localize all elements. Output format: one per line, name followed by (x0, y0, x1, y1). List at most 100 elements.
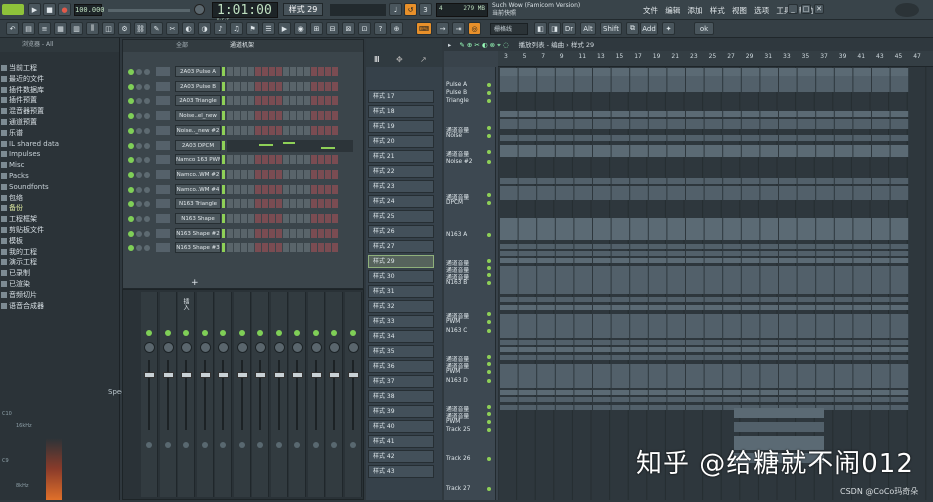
pattern-clip[interactable] (779, 178, 797, 184)
playlist-grid[interactable] (497, 67, 933, 500)
step-button[interactable] (297, 67, 303, 76)
step-button[interactable] (332, 214, 338, 223)
channel-select-led[interactable] (222, 111, 225, 121)
step-button[interactable] (262, 169, 268, 179)
browser-item[interactable]: 混音器预置 (0, 106, 119, 117)
pattern-clip[interactable] (537, 145, 555, 157)
track-mute-led[interactable] (487, 201, 491, 205)
channel-row[interactable]: Namco..WM #4 (126, 183, 362, 196)
mixer-strip[interactable] (215, 292, 232, 497)
pattern-clip[interactable] (890, 347, 909, 352)
pattern-clip[interactable] (593, 111, 611, 117)
channel-led-icon[interactable] (144, 127, 150, 134)
tool-u-icon[interactable]: ⧉ (626, 22, 639, 35)
pattern-clip[interactable] (518, 305, 537, 310)
pattern-clip[interactable] (704, 244, 723, 249)
pattern-clip[interactable] (648, 186, 667, 200)
pattern-clip[interactable] (667, 84, 685, 92)
playlist-menu-icon[interactable]: ▸ (448, 41, 451, 49)
pattern-clip[interactable] (667, 251, 685, 256)
pattern-clip[interactable] (890, 390, 909, 395)
ok-button[interactable]: ok (694, 22, 714, 35)
channel-mixer-slot[interactable] (156, 243, 170, 253)
track-mute-led[interactable] (487, 259, 491, 263)
channel-name-button[interactable]: 2A03 DPCM (175, 139, 221, 151)
step-button[interactable] (269, 81, 275, 91)
pattern-clip[interactable] (500, 111, 518, 117)
pattern-clip[interactable] (574, 297, 592, 302)
pattern-clip[interactable] (779, 76, 797, 84)
pattern-clip[interactable] (816, 178, 834, 184)
pattern-clip[interactable] (853, 397, 871, 402)
pattern-clip[interactable] (779, 84, 797, 92)
channel-filter[interactable]: 全部 (176, 42, 188, 49)
pattern-clip[interactable] (704, 84, 723, 92)
channel-name-button[interactable]: Namco 163 PWM (175, 154, 221, 166)
track-mute-led[interactable] (487, 193, 491, 197)
countdown-button[interactable]: 3 (419, 3, 432, 16)
step-button[interactable] (332, 184, 338, 194)
pattern-clip[interactable] (630, 119, 648, 129)
pattern-clip[interactable] (555, 244, 574, 249)
add-channel-button[interactable]: + (191, 278, 199, 288)
pattern-clip[interactable] (779, 145, 797, 157)
mixer-route-led[interactable] (220, 442, 226, 448)
pattern-clip[interactable] (760, 390, 778, 395)
pattern-clip[interactable] (667, 314, 685, 338)
mixer-route-led[interactable] (331, 442, 337, 448)
channel-row[interactable]: 2A03 Pulse A (126, 66, 362, 78)
automation-icon[interactable]: ↗ (420, 55, 427, 64)
channel-led-icon[interactable] (144, 216, 150, 222)
pattern-clip[interactable] (537, 340, 555, 345)
pattern-clip[interactable] (555, 119, 574, 129)
pattern-clip[interactable] (555, 355, 574, 360)
channel-mixer-slot[interactable] (156, 155, 170, 165)
pattern-clip[interactable] (704, 340, 723, 345)
browser-item[interactable]: 通道预置 (0, 117, 119, 128)
step-button[interactable] (234, 81, 240, 91)
step-button[interactable] (241, 199, 247, 209)
pattern-clip[interactable] (816, 145, 834, 157)
track-name[interactable]: Track 27 (446, 486, 470, 492)
pattern-clip[interactable] (574, 390, 592, 395)
pattern-clip[interactable] (853, 76, 871, 84)
pattern-clip[interactable] (630, 111, 648, 117)
pattern-clip[interactable] (853, 297, 871, 302)
pattern-clip[interactable] (834, 266, 853, 294)
pattern-clip[interactable] (816, 305, 834, 310)
step-button[interactable] (297, 81, 303, 91)
step-button[interactable] (283, 228, 289, 238)
pattern-clip[interactable] (574, 355, 592, 360)
browser-item[interactable]: 备份 (0, 203, 119, 214)
pattern-clip[interactable] (872, 68, 890, 76)
pattern-clip[interactable] (630, 364, 648, 388)
step-button[interactable] (297, 155, 303, 165)
pattern-clip[interactable] (611, 347, 630, 352)
pattern-clip[interactable] (741, 186, 760, 200)
pattern-clip[interactable] (816, 244, 834, 249)
pattern-clip[interactable] (872, 76, 890, 84)
pattern-clip[interactable] (611, 258, 630, 263)
pattern-clip[interactable] (518, 405, 537, 410)
pattern-clip[interactable] (648, 340, 667, 345)
pattern-clip[interactable] (537, 84, 555, 92)
track-name[interactable]: N163 D (446, 378, 468, 384)
mixer-send-led[interactable] (220, 330, 226, 336)
track-mute-led[interactable] (487, 379, 491, 383)
pattern-clip[interactable] (667, 340, 685, 345)
track-name[interactable]: Track 26 (446, 456, 470, 462)
track-name[interactable]: N163 C (446, 328, 467, 334)
pattern-clip[interactable] (686, 355, 704, 360)
step-button[interactable] (318, 96, 324, 106)
tool-s-icon[interactable]: ◧ (534, 22, 547, 35)
magnet-snap-icon[interactable]: ◎ (468, 22, 481, 35)
pattern-clip[interactable] (853, 390, 871, 395)
pattern-clip[interactable] (630, 251, 648, 256)
pattern-clip[interactable] (611, 218, 630, 240)
pattern-clip[interactable] (630, 145, 648, 157)
pattern-clip[interactable] (630, 297, 648, 302)
pattern-clip[interactable] (890, 364, 909, 388)
channel-led-icon[interactable] (128, 83, 134, 90)
pattern-clip[interactable] (853, 218, 871, 240)
undo-icon[interactable]: ↶ (6, 22, 19, 35)
